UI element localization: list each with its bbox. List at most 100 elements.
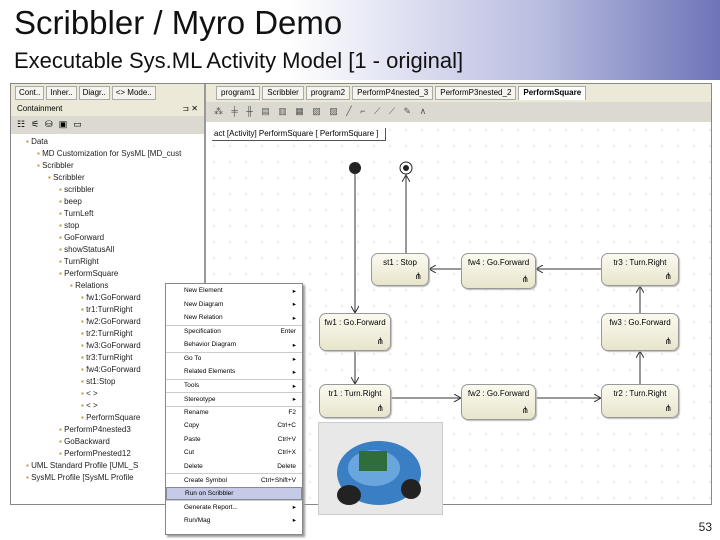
tree-item[interactable]: ▪ TurnRight — [15, 256, 200, 268]
diagram-tab[interactable]: Scribbler — [262, 86, 304, 100]
initial-node[interactable] — [349, 162, 361, 174]
action-fw2[interactable]: fw2 : Go.Forward ⋔ — [461, 384, 536, 420]
menu-item-label: New Diagram — [184, 300, 224, 308]
submenu-arrow-icon: ▸ — [292, 355, 296, 363]
menu-shortcut: Ctrl+V — [277, 435, 296, 443]
tab-model[interactable]: <> Mode.. — [111, 86, 156, 100]
submenu-arrow-icon: ▸ — [292, 301, 296, 309]
tree-item-label: PerformSquare — [86, 413, 141, 422]
menu-item[interactable]: New Diagram ▸ — [166, 298, 302, 312]
menu-item[interactable]: Create Symbol Ctrl+Shift+V — [166, 473, 302, 487]
menu-item[interactable]: Copy Ctrl+C — [166, 419, 302, 433]
tab-diagrams[interactable]: Diagr.. — [78, 86, 110, 100]
submenu-arrow-icon: ▸ — [292, 314, 296, 322]
panel-controls-icon[interactable]: ⊐ ✕ — [182, 104, 198, 114]
tree-item-label: tr2:TurnRight — [86, 329, 133, 338]
menu-item[interactable]: Behavior Diagram ▸ — [166, 338, 302, 352]
submenu-arrow-icon: ▸ — [292, 396, 296, 404]
tree-item-label: fw1:GoForward — [86, 293, 141, 302]
tree-item-label: PerformSquare — [64, 269, 119, 278]
action-fw1[interactable]: fw1 : Go.Forward ⋔ — [319, 313, 391, 351]
scribbler-robot-photo — [318, 422, 443, 515]
tree-item[interactable]: ▪ Scribbler — [15, 172, 200, 184]
tree-item[interactable]: ▪ stop — [15, 220, 200, 232]
db-icon[interactable]: ⛁ — [45, 119, 53, 131]
tree-item[interactable]: ▪ PerformSquare — [15, 268, 200, 280]
menu-item-label: Run on Scribbler — [185, 489, 234, 497]
menu-item[interactable]: Related Elements ▸ — [166, 365, 302, 379]
tree-item-label: SysML Profile [SysML Profile — [31, 473, 134, 482]
menu-item[interactable]: Rename F2 — [166, 405, 302, 420]
tree-item[interactable]: ▪ Scribbler — [15, 160, 200, 172]
tree-item[interactable]: ▪ MD Customization for SysML [MD_cust — [15, 148, 200, 160]
tree-item[interactable]: ▪ scribbler — [15, 184, 200, 196]
left-tabs: Cont.. Inher.. Diagr.. <> Mode.. — [11, 84, 204, 102]
menu-item[interactable]: Specification Enter — [166, 324, 302, 339]
submenu-arrow-icon: ▸ — [292, 517, 296, 525]
menu-item-label: Generate Report... — [184, 503, 238, 511]
menu-item[interactable]: Run on Scribbler — [166, 486, 302, 500]
panel-title: Containment — [17, 104, 63, 113]
tree-item[interactable]: ▪ TurnLeft — [15, 208, 200, 220]
filter-icon[interactable]: ⚟ — [31, 119, 39, 131]
action-tr1[interactable]: tr1 : Turn.Right ⋔ — [319, 384, 391, 418]
tree-item-label: fw4:GoForward — [86, 365, 141, 374]
menu-item[interactable]: Delete Delete — [166, 460, 302, 474]
view-icon[interactable]: ▣ — [59, 119, 68, 131]
menu-item[interactable]: Cut Ctrl+X — [166, 446, 302, 460]
tree-item-label: MD Customization for SysML [MD_cust — [42, 149, 182, 158]
menu-item-label: Run/Mag — [184, 516, 211, 524]
diagram-tab[interactable]: program2 — [305, 86, 351, 100]
tree-item-label: TurnRight — [63, 257, 99, 266]
menu-item-label: Stereotype — [184, 395, 216, 403]
menu-item[interactable]: New Relation ▸ — [166, 311, 302, 325]
submenu-arrow-icon: ▸ — [292, 368, 296, 376]
tree-item-label: GoBackward — [64, 437, 110, 446]
tree-item-label: scribbler — [64, 185, 95, 194]
action-icon: ⋔ — [414, 271, 422, 281]
diagram-toolbar[interactable]: ⁂ ╪ ╫ ▤ ▥ ▦ ▧ ▨ ╱ ⌐ ⟋ ⟋ ✎ ∧ — [206, 102, 711, 122]
action-fw3[interactable]: fw3 : Go.Forward ⋔ — [601, 313, 679, 351]
submenu-arrow-icon: ▸ — [292, 287, 296, 295]
menu-item-label: Tools — [184, 382, 200, 390]
menu-item-label: Paste — [184, 435, 201, 443]
tab-inheritance[interactable]: Inher.. — [46, 86, 77, 100]
slide-title: Scribbler / Myro Demo — [14, 4, 343, 41]
menu-item[interactable]: Go To ▸ — [166, 351, 302, 366]
menu-item-label: Copy — [184, 422, 200, 430]
tab-containment[interactable]: Cont.. — [15, 86, 45, 100]
tree-item[interactable]: ▪ beep — [15, 196, 200, 208]
tree-item-label: beep — [64, 197, 82, 206]
context-menu: New Element ▸ New Diagram ▸ New Relation ▸ Spe… — [165, 283, 303, 535]
tree-item[interactable]: ▪ Data — [15, 136, 200, 148]
page-number: 53 — [698, 520, 712, 534]
menu-item[interactable]: Tools ▸ — [166, 378, 302, 393]
tree-item-label: UML Standard Profile [UML_S — [31, 461, 139, 470]
menu-item-label: Create Symbol — [184, 476, 227, 484]
action-fw4[interactable]: fw4 : Go.Forward ⋔ — [461, 253, 536, 289]
diagram-tab[interactable]: PerformP3nested_2 — [435, 86, 517, 100]
action-icon: ⋔ — [664, 336, 672, 346]
action-icon: ⋔ — [664, 271, 672, 281]
menu-item[interactable]: Stereotype ▸ — [166, 392, 302, 406]
slide-subtitle: Executable Sys.ML Activity Model [1 - or… — [14, 48, 464, 73]
tree-item[interactable]: ▪ showStatusAll — [15, 244, 200, 256]
diagram-tab[interactable]: PerformSquare — [518, 86, 587, 100]
tree-item-label: GoForward — [64, 233, 105, 242]
sort-icon[interactable]: ☷ — [17, 119, 25, 131]
menu-item-label: New Relation — [184, 314, 223, 322]
tree-item[interactable]: ▪ GoForward — [15, 232, 200, 244]
action-tr2[interactable]: tr2 : Turn.Right ⋔ — [601, 384, 679, 418]
diagram-tab[interactable]: program1 — [216, 86, 261, 100]
tree-item-label: Scribbler — [53, 173, 85, 182]
folder-icon[interactable]: ▭ — [73, 119, 82, 131]
menu-item[interactable]: Generate Report... ▸ — [166, 500, 302, 514]
submenu-arrow-icon: ▸ — [292, 382, 296, 390]
action-st1[interactable]: st1 : Stop ⋔ — [371, 253, 429, 286]
diagram-tabs: program1 Scribbler program2 PerformP4nested… — [206, 84, 711, 102]
menu-item[interactable]: Run/Mag ▸ — [166, 514, 302, 528]
menu-item[interactable]: Paste Ctrl+V — [166, 433, 302, 447]
menu-item[interactable]: New Element ▸ — [166, 284, 302, 298]
action-tr3[interactable]: tr3 : Turn.Right ⋔ — [601, 253, 679, 286]
diagram-tab[interactable]: PerformP4nested_3 — [352, 86, 434, 100]
